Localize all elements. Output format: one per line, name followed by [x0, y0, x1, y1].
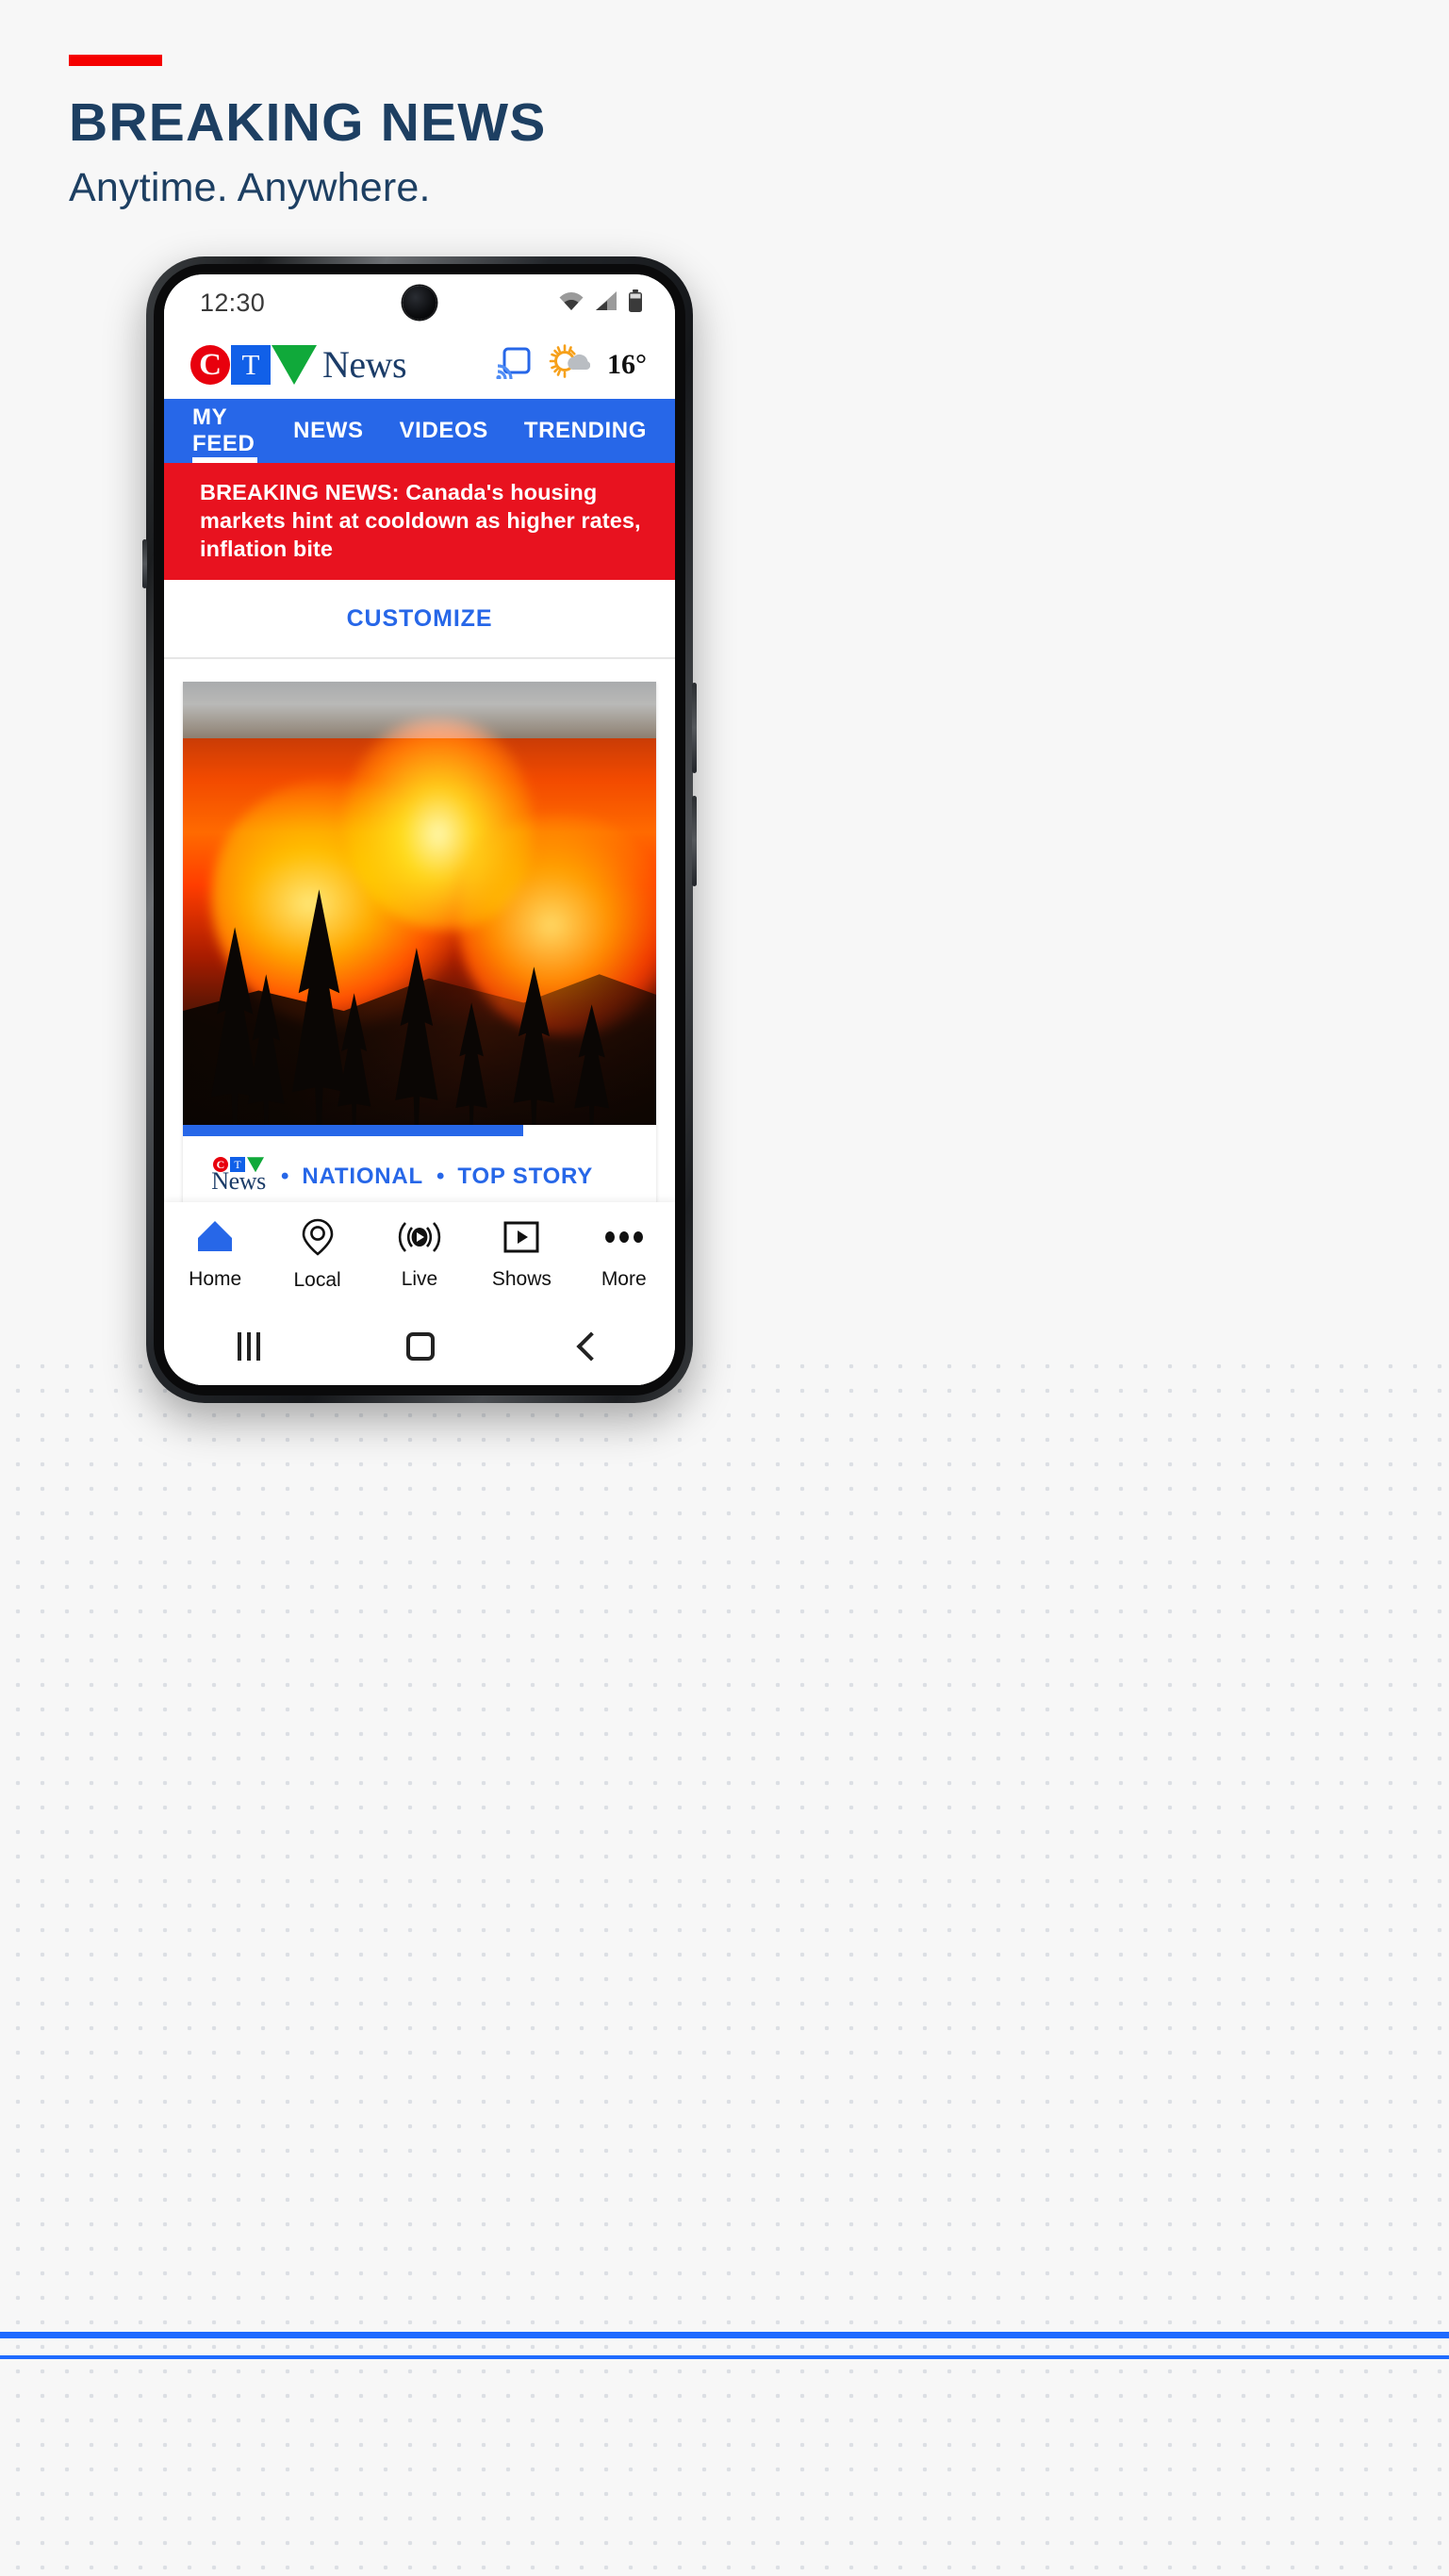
nav-item-home[interactable]: Home [166, 1219, 264, 1291]
recents-icon[interactable] [237, 1332, 260, 1361]
background-blue-rule-bottom [0, 2355, 1449, 2359]
sun-cloud-icon[interactable] [549, 343, 591, 387]
customize-row[interactable]: CUSTOMIZE [164, 580, 675, 660]
cellular-signal-icon [594, 290, 618, 316]
back-chevron-icon[interactable] [576, 1331, 606, 1362]
top-story-tag[interactable]: TOP STORY [457, 1164, 593, 1194]
bottom-navigation-bar: Home Local Live Shows More [164, 1202, 675, 1308]
logo-letter-c: C [190, 345, 230, 385]
wifi-icon [558, 290, 585, 316]
phone-screen: 12:30 C T News 16° MY FEED NEWS VIDEOS T… [164, 274, 675, 1385]
home-square-icon[interactable] [405, 1332, 435, 1361]
live-broadcast-icon [394, 1219, 445, 1260]
mini-ctv-news-logo: C T News [209, 1157, 268, 1194]
status-bar: 12:30 [164, 274, 675, 331]
status-bar-clock: 12:30 [200, 288, 266, 317]
tab-trending[interactable]: TRENDING [524, 399, 647, 463]
meta-separator-1: • [281, 1163, 289, 1189]
mini-logo-word: News [211, 1167, 266, 1196]
customize-label: CUSTOMIZE [346, 604, 493, 632]
promo-title: BREAKING NEWS [69, 92, 547, 153]
battery-icon [628, 289, 643, 317]
nav-item-shows[interactable]: Shows [472, 1219, 570, 1291]
nav-label-local: Local [293, 1269, 341, 1291]
app-header-actions: 16° [496, 343, 647, 387]
tab-news[interactable]: NEWS [293, 399, 363, 463]
cast-icon[interactable] [496, 347, 532, 384]
map-pin-icon [302, 1218, 334, 1261]
front-camera-punchhole [403, 286, 436, 320]
temperature-reading: 16° [607, 349, 647, 380]
background-blue-rule-top [0, 2332, 1449, 2338]
top-story-image [183, 682, 656, 1126]
logo-letter-t: T [231, 345, 271, 385]
promo-subtitle: Anytime. Anywhere. [69, 165, 431, 210]
section-tabs: MY FEED NEWS VIDEOS TRENDING [164, 399, 675, 463]
power-button[interactable] [142, 539, 147, 588]
app-header: C T News 16° [164, 331, 675, 399]
breaking-news-banner[interactable]: BREAKING NEWS: Canada's housing markets … [164, 463, 675, 581]
top-story-category[interactable]: NATIONAL [302, 1164, 423, 1194]
tab-my-feed[interactable]: MY FEED [192, 399, 258, 463]
logo-letter-v [272, 345, 317, 385]
ctv-news-logo[interactable]: C T News [190, 343, 407, 386]
story-progress-bar [183, 1125, 524, 1137]
background-dot-pattern [0, 1348, 1449, 2576]
status-bar-icons [558, 289, 643, 317]
promo-accent-bar [69, 55, 162, 66]
nav-item-more[interactable]: More [575, 1219, 673, 1291]
phone-mockup: 12:30 C T News 16° MY FEED NEWS VIDEOS T… [142, 256, 697, 1403]
volume-up-button[interactable] [692, 683, 697, 773]
ellipsis-icon [602, 1219, 646, 1260]
logo-word-news: News [322, 343, 407, 386]
nav-label-live: Live [401, 1268, 438, 1290]
promo-block: BREAKING NEWS Anytime. Anywhere. [69, 55, 546, 209]
android-system-nav [164, 1308, 675, 1385]
play-box-icon [502, 1219, 540, 1260]
tab-videos[interactable]: VIDEOS [400, 399, 488, 463]
volume-down-button[interactable] [692, 796, 697, 886]
nav-item-live[interactable]: Live [370, 1219, 469, 1291]
top-story-meta: C T News • NATIONAL • TOP STORY [209, 1157, 630, 1194]
nav-item-local[interactable]: Local [269, 1218, 367, 1292]
nav-label-more: More [601, 1268, 647, 1290]
home-icon [195, 1219, 235, 1260]
meta-separator-2: • [436, 1163, 445, 1189]
nav-label-home: Home [189, 1268, 242, 1290]
nav-label-shows: Shows [491, 1268, 552, 1290]
